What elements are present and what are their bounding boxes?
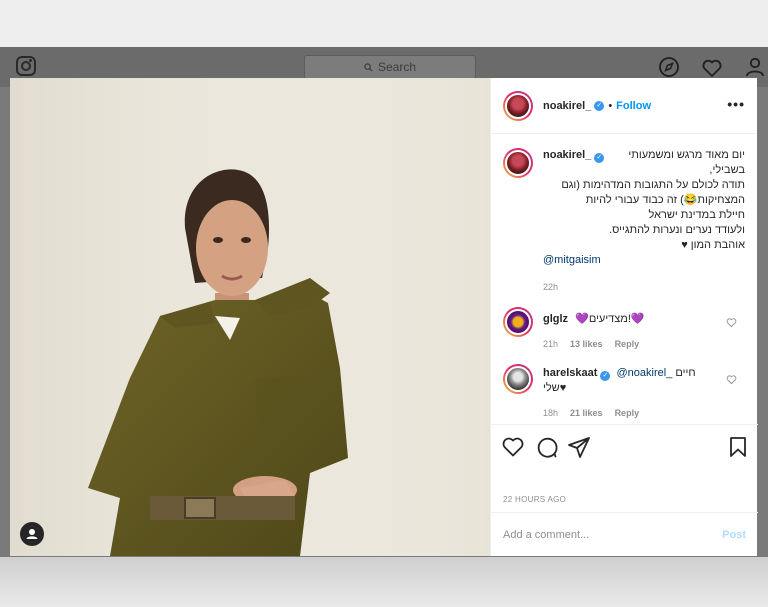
comment-reply-button[interactable]: Reply (615, 337, 640, 352)
caption-time[interactable]: 22h (543, 280, 558, 295)
caption-line: אוהבת המון ♥ (681, 239, 745, 251)
post-header: noakirel_ ✓ • Follow ••• (491, 78, 757, 134)
instagram-logo-icon[interactable] (16, 56, 36, 76)
search-icon (364, 62, 373, 72)
separator-dot: • (608, 99, 613, 112)
compass-icon[interactable] (658, 56, 680, 78)
comment-like-icon[interactable] (726, 374, 737, 385)
post-action-bar (491, 424, 758, 464)
comment-time[interactable]: 21h (543, 337, 558, 352)
author-username[interactable]: noakirel_ (543, 100, 591, 112)
heart-icon[interactable] (701, 57, 723, 79)
add-comment-form: Add a comment... Post (491, 512, 758, 556)
comment-username[interactable]: glglz (543, 313, 568, 325)
caption-line: חיילת במדינת ישראל (648, 209, 745, 221)
author-avatar[interactable] (503, 90, 533, 121)
post-timestamp[interactable]: 22 HOURS AGO (503, 495, 566, 504)
comment-likes[interactable]: 21 likes (570, 406, 603, 421)
post-modal: noakirel_ ✓ • Follow ••• noakirel_ ✓ יום … (10, 78, 758, 556)
comment-text: 💜מצדיעים!💜 (575, 313, 645, 325)
caption-line: בשבילי, (709, 164, 745, 176)
comment-username[interactable]: harelskaat (543, 367, 597, 379)
page-bottom-dimmed (0, 557, 768, 607)
comment-mention-link[interactable]: @noakirel_ (617, 367, 673, 379)
comment-likes[interactable]: 13 likes (570, 337, 603, 352)
follow-button[interactable]: Follow (616, 100, 651, 112)
caption-avatar[interactable] (503, 148, 533, 178)
comment-avatar[interactable] (503, 307, 533, 337)
user-tag-glyph (26, 529, 38, 539)
browser-top-strip (0, 0, 768, 47)
comment-item: harelskaat ✓ @noakirel_ חיים שלי♥ 18h 21 … (503, 364, 745, 421)
comment-like-icon[interactable] (726, 317, 737, 328)
caption-username[interactable]: noakirel_ (543, 149, 591, 161)
comment-text: חיים (675, 367, 696, 379)
caption-line: תודה לכולם על התגובות המדהימות (וגם (561, 179, 745, 191)
post-photo[interactable] (10, 78, 490, 556)
caption-line: ולעודד נערים ונערות להתגייס. (609, 224, 745, 236)
caption-mention-link[interactable]: @mitgaisim (543, 253, 745, 268)
soldier-portrait-image (10, 78, 490, 556)
caption-entry: noakirel_ ✓ יום מאוד מרגש ומשמעותי בשבילי… (503, 148, 745, 295)
user-tag-icon[interactable] (20, 522, 44, 546)
paper-plane-icon[interactable] (567, 435, 591, 459)
comment-icon[interactable] (534, 435, 558, 459)
comment-time[interactable]: 18h (543, 406, 558, 421)
comment-text-line2: שלי♥ (543, 382, 567, 394)
verified-badge-icon: ✓ (600, 371, 611, 381)
caption-line: יום מאוד מרגש ומשמעותי (628, 149, 745, 161)
verified-badge-icon: ✓ (594, 100, 605, 111)
search-input[interactable]: Search (304, 55, 476, 79)
search-placeholder: Search (377, 60, 417, 74)
comment-item: glglz 💜מצדיעים!💜 21h 13 likes Reply (503, 307, 745, 352)
heart-outline-icon[interactable] (501, 435, 525, 459)
comments-list[interactable]: noakirel_ ✓ יום מאוד מרגש ומשמעותי בשבילי… (491, 134, 757, 424)
caption-line: המצחיקות😂) זה כבוד עבורי להיות (585, 194, 745, 206)
comment-reply-button[interactable]: Reply (615, 406, 640, 421)
bookmark-icon[interactable] (726, 435, 750, 459)
add-comment-input[interactable]: Add a comment... (503, 529, 722, 541)
post-side-panel: noakirel_ ✓ • Follow ••• noakirel_ ✓ יום … (490, 78, 758, 556)
post-comment-button[interactable]: Post (722, 529, 746, 541)
comment-avatar[interactable] (503, 364, 533, 394)
verified-badge-icon: ✓ (594, 153, 605, 163)
user-icon[interactable] (744, 56, 766, 78)
more-options-button[interactable]: ••• (727, 96, 745, 112)
